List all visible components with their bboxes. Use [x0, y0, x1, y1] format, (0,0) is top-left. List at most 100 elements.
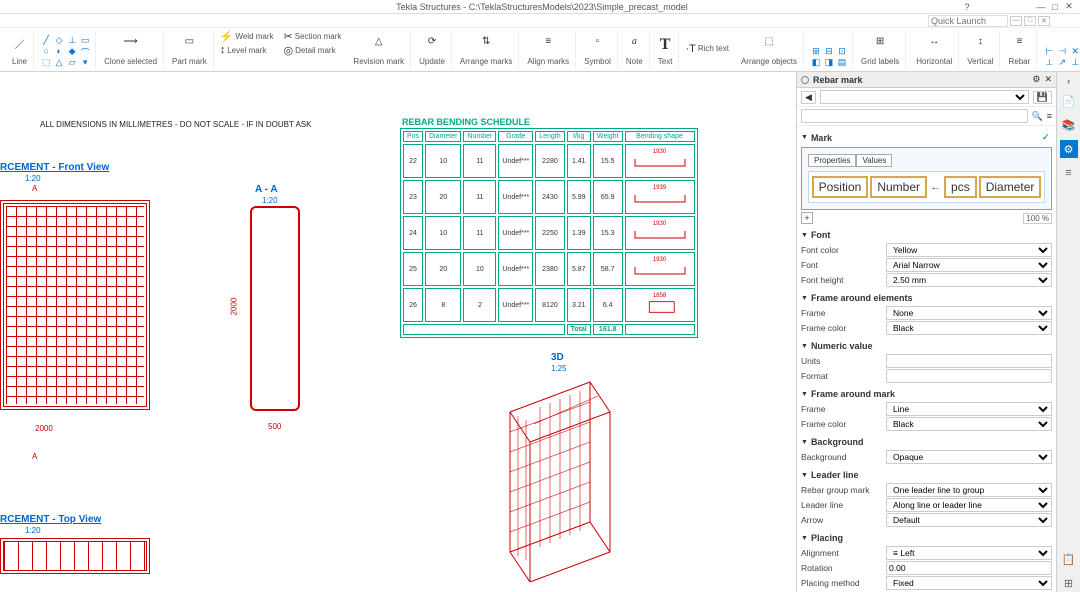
search-icon[interactable]: 🔍: [1032, 111, 1043, 122]
filter-input[interactable]: [801, 109, 1028, 123]
rich-text-button[interactable]: ·TRich text: [685, 43, 729, 55]
numeric-section-header[interactable]: Numeric value: [801, 339, 1052, 353]
font-height-select[interactable]: 2.50 mm: [886, 273, 1052, 287]
placing-method-select[interactable]: Fixed: [886, 576, 1052, 590]
token-number[interactable]: Number: [870, 176, 927, 198]
mark-section-header[interactable]: Mark: [811, 133, 832, 143]
dim-500: 500: [268, 422, 281, 431]
front-view-title: RCEMENT - Front View: [0, 162, 109, 173]
part-mark-button[interactable]: ▭Part mark: [170, 35, 209, 67]
misc-tools[interactable]: ⊞⊟⊡◧◨▤: [810, 46, 848, 67]
shape-tools[interactable]: ╱◇⊥▭ ○◐◆⌒ ⬚△▱▾: [40, 35, 91, 67]
arrow-select[interactable]: Default: [886, 513, 1052, 527]
format-input[interactable]: [886, 369, 1052, 383]
placing-section-header[interactable]: Placing: [801, 531, 1052, 545]
vertical-button[interactable]: ↕Vertical: [965, 35, 995, 67]
tab-values[interactable]: Values: [856, 154, 892, 167]
preset-select[interactable]: [820, 90, 1029, 104]
horizontal-button[interactable]: ↔Horizontal: [914, 35, 954, 67]
ql-min-icon[interactable]: —: [1010, 16, 1022, 26]
panel-settings-icon[interactable]: ⚙: [1032, 74, 1040, 85]
rebar-button[interactable]: ≡Rebar: [1006, 35, 1032, 67]
side-tabs: › 📄 📚 ⚙ ≡ 📋 ⊞: [1056, 72, 1080, 592]
font-select[interactable]: Arial Narrow: [886, 258, 1052, 272]
arrange-marks-button[interactable]: ⇅Arrange marks: [458, 35, 514, 67]
font-color-select[interactable]: Yellow: [886, 243, 1052, 257]
add-token-button[interactable]: +: [801, 212, 813, 224]
list-icon[interactable]: ≡: [1047, 111, 1052, 121]
section-aa-rebar: [250, 206, 300, 411]
three-d-title: 3D: [551, 352, 564, 363]
token-diameter[interactable]: Diameter: [979, 176, 1042, 198]
close-icon[interactable]: ✕: [1062, 0, 1076, 14]
tab-properties[interactable]: Properties: [808, 154, 856, 167]
tab-settings-icon[interactable]: ⚙: [1060, 140, 1078, 158]
tab-layers-icon[interactable]: 📚: [1060, 116, 1078, 134]
align-marks-button[interactable]: ≡Align marks: [525, 35, 571, 67]
save-preset-icon[interactable]: 💾: [1033, 91, 1052, 104]
revision-mark-button[interactable]: △Revision mark: [351, 35, 406, 67]
frame-mark-select[interactable]: Line: [886, 402, 1052, 416]
panel-close-icon[interactable]: ✕: [1044, 74, 1052, 85]
weld-mark-button[interactable]: ⚡Weld mark: [220, 30, 274, 43]
quick-launch-input[interactable]: [928, 15, 1008, 27]
quick-launch-bar: — □ ✕: [0, 14, 1080, 28]
frame-mark-color-select[interactable]: Black: [886, 417, 1052, 431]
ql-close-icon[interactable]: ✕: [1038, 16, 1050, 26]
text-button[interactable]: TText: [656, 35, 675, 67]
rotation-input[interactable]: [886, 561, 1052, 575]
note-button[interactable]: aNote: [624, 35, 645, 67]
leader-section-header[interactable]: Leader line: [801, 468, 1052, 482]
background-section-header[interactable]: Background: [801, 435, 1052, 449]
panel-title: Rebar mark: [813, 75, 863, 85]
panel-header: Rebar mark ⚙ ✕: [797, 72, 1056, 88]
frame-el-select[interactable]: None: [886, 306, 1052, 320]
detail-mark-button[interactable]: ◎Detail mark: [284, 44, 336, 57]
tab-list-icon[interactable]: ≡: [1060, 164, 1078, 182]
frame-el-color-select[interactable]: Black: [886, 321, 1052, 335]
three-d-rebar-cage: [490, 372, 630, 582]
symbol-button[interactable]: ▫Symbol: [582, 35, 613, 67]
front-view-rebar: [0, 200, 150, 410]
schedule-title: REBAR BENDING SCHEDULE: [400, 116, 698, 128]
tab-clip-icon[interactable]: 📋: [1060, 550, 1078, 568]
top-view-title: RCEMENT - Top View: [0, 514, 101, 525]
table-row: 2682Undef***81203.216.41858: [403, 288, 695, 322]
rebar-schedule-table: REBAR BENDING SCHEDULE PosDiameterNumber…: [400, 116, 698, 338]
title-bar: Tekla Structures - C:\TeklaStructuresMod…: [0, 0, 1080, 14]
token-pcs[interactable]: pcs: [944, 176, 977, 198]
properties-panel: Rebar mark ⚙ ✕ ◀ 💾 🔍 ≡ Mark✓ Properties …: [796, 72, 1056, 592]
maximize-icon[interactable]: □: [1048, 0, 1062, 14]
back-icon[interactable]: ◀: [801, 91, 816, 104]
ql-max-icon[interactable]: □: [1024, 16, 1036, 26]
grid-labels-button[interactable]: ⊞Grid labels: [859, 35, 901, 67]
tab-grid-icon[interactable]: ⊞: [1060, 574, 1078, 592]
section-mark-button[interactable]: ✂Section mark: [284, 30, 342, 43]
update-button[interactable]: ⟳Update: [417, 35, 447, 67]
drawing-canvas[interactable]: ALL DIMENSIONS IN MILLIMETRES - DO NOT S…: [0, 72, 796, 592]
clone-selected-button[interactable]: ⟶Clone selected: [102, 35, 159, 67]
background-select[interactable]: Opaque: [886, 450, 1052, 464]
leader-line-select[interactable]: Along line or leader line: [886, 498, 1052, 512]
level-mark-button[interactable]: ↕Level mark: [220, 44, 267, 56]
zoom-value[interactable]: 100 %: [1023, 213, 1052, 224]
rebar-group-mark-select[interactable]: One leader line to group: [886, 483, 1052, 497]
help-icon[interactable]: ?: [960, 0, 974, 14]
arrange-objects-button[interactable]: ⬚Arrange objects: [739, 35, 799, 67]
font-section-header[interactable]: Font: [801, 228, 1052, 242]
line-button[interactable]: ／Line: [10, 35, 29, 67]
frame-elements-header[interactable]: Frame around elements: [801, 291, 1052, 305]
panel-pin-icon[interactable]: [801, 76, 809, 84]
alignment-select[interactable]: ≡ Left: [886, 546, 1052, 560]
table-row: 241011Undef***22501.3915.31930: [403, 216, 695, 250]
panel-expand-icon[interactable]: ›: [1067, 76, 1070, 86]
table-row: 221011Undef***22801.4115.51930: [403, 144, 695, 178]
units-input[interactable]: [886, 354, 1052, 368]
minimize-icon[interactable]: —: [1034, 0, 1048, 14]
mark-editor[interactable]: Properties Values Position Number ← pcs …: [801, 147, 1052, 210]
dim-tools[interactable]: ⊢⊣✕⟂↗⊥: [1043, 46, 1080, 67]
tab-doc-icon[interactable]: 📄: [1060, 92, 1078, 110]
table-row: 232011Undef***24305.9965.91939: [403, 180, 695, 214]
token-position[interactable]: Position: [812, 176, 869, 198]
frame-mark-header[interactable]: Frame around mark: [801, 387, 1052, 401]
